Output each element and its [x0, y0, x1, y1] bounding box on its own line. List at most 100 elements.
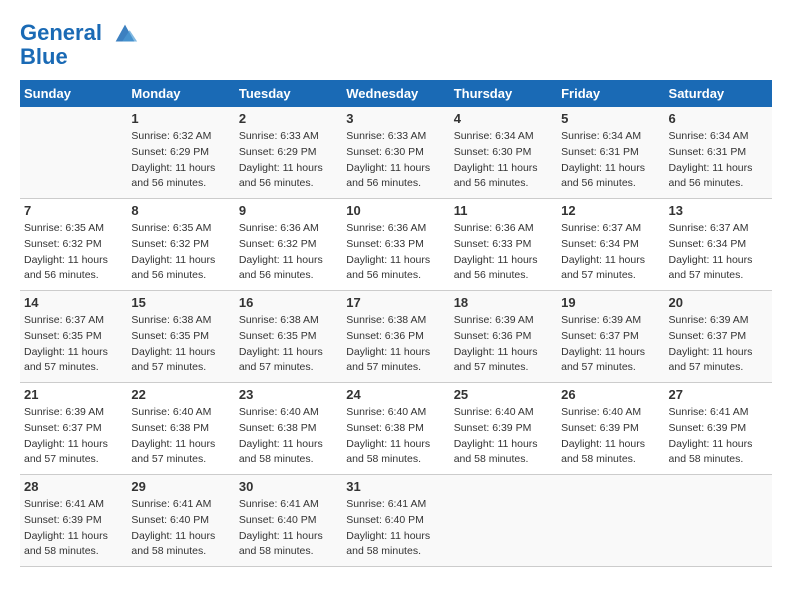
day-info: Sunrise: 6:41 AM Sunset: 6:40 PM Dayligh… [131, 497, 230, 560]
day-info: Sunrise: 6:33 AM Sunset: 6:30 PM Dayligh… [346, 129, 445, 192]
day-info: Sunrise: 6:37 AM Sunset: 6:34 PM Dayligh… [669, 221, 768, 284]
calendar-cell [20, 107, 127, 199]
day-number: 6 [669, 111, 768, 126]
day-number: 12 [561, 203, 660, 218]
day-info: Sunrise: 6:32 AM Sunset: 6:29 PM Dayligh… [131, 129, 230, 192]
column-header-friday: Friday [557, 80, 664, 107]
day-info: Sunrise: 6:36 AM Sunset: 6:33 PM Dayligh… [346, 221, 445, 284]
calendar-cell: 26 Sunrise: 6:40 AM Sunset: 6:39 PM Dayli… [557, 383, 664, 475]
day-info: Sunrise: 6:40 AM Sunset: 6:39 PM Dayligh… [454, 405, 553, 468]
calendar-cell: 29 Sunrise: 6:41 AM Sunset: 6:40 PM Dayli… [127, 475, 234, 567]
calendar-cell: 7 Sunrise: 6:35 AM Sunset: 6:32 PM Daylig… [20, 199, 127, 291]
day-info: Sunrise: 6:41 AM Sunset: 6:40 PM Dayligh… [346, 497, 445, 560]
day-number: 28 [24, 479, 123, 494]
calendar-week-row-4: 21Sunrise: 6:39 AM Sunset: 6:37 PM Dayli… [20, 383, 772, 475]
day-info: Sunrise: 6:40 AM Sunset: 6:38 PM Dayligh… [239, 405, 338, 468]
calendar-cell: 3 Sunrise: 6:33 AM Sunset: 6:30 PM Daylig… [342, 107, 449, 199]
calendar-cell: 17 Sunrise: 6:38 AM Sunset: 6:36 PM Dayli… [342, 291, 449, 383]
calendar-cell: 20 Sunrise: 6:39 AM Sunset: 6:37 PM Dayli… [665, 291, 772, 383]
day-number: 2 [239, 111, 338, 126]
day-number: 7 [24, 203, 123, 218]
logo: General Blue [20, 20, 139, 70]
day-number: 14 [24, 295, 123, 310]
calendar-cell: 22Sunrise: 6:40 AM Sunset: 6:38 PM Dayli… [127, 383, 234, 475]
day-number: 30 [239, 479, 338, 494]
column-header-wednesday: Wednesday [342, 80, 449, 107]
column-header-monday: Monday [127, 80, 234, 107]
calendar-cell: 18Sunrise: 6:39 AM Sunset: 6:36 PM Dayli… [450, 291, 557, 383]
calendar-cell: 13 Sunrise: 6:37 AM Sunset: 6:34 PM Dayli… [665, 199, 772, 291]
day-info: Sunrise: 6:40 AM Sunset: 6:39 PM Dayligh… [561, 405, 660, 468]
day-info: Sunrise: 6:41 AM Sunset: 6:39 PM Dayligh… [24, 497, 123, 560]
day-info: Sunrise: 6:41 AM Sunset: 6:40 PM Dayligh… [239, 497, 338, 560]
day-info: Sunrise: 6:38 AM Sunset: 6:35 PM Dayligh… [239, 313, 338, 376]
calendar-cell: 1 Sunrise: 6:32 AM Sunset: 6:29 PM Daylig… [127, 107, 234, 199]
day-info: Sunrise: 6:38 AM Sunset: 6:36 PM Dayligh… [346, 313, 445, 376]
column-header-thursday: Thursday [450, 80, 557, 107]
calendar-cell [450, 475, 557, 567]
calendar-cell: 2 Sunrise: 6:33 AM Sunset: 6:29 PM Daylig… [235, 107, 342, 199]
calendar-cell: 12 Sunrise: 6:37 AM Sunset: 6:34 PM Dayli… [557, 199, 664, 291]
calendar-cell [665, 475, 772, 567]
day-info: Sunrise: 6:40 AM Sunset: 6:38 PM Dayligh… [346, 405, 445, 468]
calendar-cell: 25 Sunrise: 6:40 AM Sunset: 6:39 PM Dayli… [450, 383, 557, 475]
page-header: General Blue [20, 20, 772, 70]
day-info: Sunrise: 6:37 AM Sunset: 6:35 PM Dayligh… [24, 313, 123, 376]
calendar-cell: 16Sunrise: 6:38 AM Sunset: 6:35 PM Dayli… [235, 291, 342, 383]
day-number: 17 [346, 295, 445, 310]
day-number: 29 [131, 479, 230, 494]
calendar-header-row: SundayMondayTuesdayWednesdayThursdayFrid… [20, 80, 772, 107]
day-number: 15 [131, 295, 230, 310]
day-number: 13 [669, 203, 768, 218]
calendar-cell: 5Sunrise: 6:34 AM Sunset: 6:31 PM Daylig… [557, 107, 664, 199]
calendar-cell: 19Sunrise: 6:39 AM Sunset: 6:37 PM Dayli… [557, 291, 664, 383]
column-header-saturday: Saturday [665, 80, 772, 107]
day-info: Sunrise: 6:37 AM Sunset: 6:34 PM Dayligh… [561, 221, 660, 284]
column-header-sunday: Sunday [20, 80, 127, 107]
day-number: 23 [239, 387, 338, 402]
calendar-table: SundayMondayTuesdayWednesdayThursdayFrid… [20, 80, 772, 567]
day-info: Sunrise: 6:39 AM Sunset: 6:37 PM Dayligh… [24, 405, 123, 468]
day-info: Sunrise: 6:38 AM Sunset: 6:35 PM Dayligh… [131, 313, 230, 376]
day-info: Sunrise: 6:34 AM Sunset: 6:31 PM Dayligh… [669, 129, 768, 192]
calendar-cell: 9Sunrise: 6:36 AM Sunset: 6:32 PM Daylig… [235, 199, 342, 291]
calendar-cell: 28 Sunrise: 6:41 AM Sunset: 6:39 PM Dayli… [20, 475, 127, 567]
day-info: Sunrise: 6:34 AM Sunset: 6:30 PM Dayligh… [454, 129, 553, 192]
calendar-cell: 6 Sunrise: 6:34 AM Sunset: 6:31 PM Daylig… [665, 107, 772, 199]
day-number: 25 [454, 387, 553, 402]
day-info: Sunrise: 6:33 AM Sunset: 6:29 PM Dayligh… [239, 129, 338, 192]
column-header-tuesday: Tuesday [235, 80, 342, 107]
day-info: Sunrise: 6:41 AM Sunset: 6:39 PM Dayligh… [669, 405, 768, 468]
logo-icon [111, 20, 139, 48]
day-info: Sunrise: 6:36 AM Sunset: 6:33 PM Dayligh… [454, 221, 553, 284]
day-number: 31 [346, 479, 445, 494]
day-number: 3 [346, 111, 445, 126]
calendar-week-row-2: 7 Sunrise: 6:35 AM Sunset: 6:32 PM Daylig… [20, 199, 772, 291]
day-number: 24 [346, 387, 445, 402]
day-info: Sunrise: 6:35 AM Sunset: 6:32 PM Dayligh… [131, 221, 230, 284]
day-info: Sunrise: 6:34 AM Sunset: 6:31 PM Dayligh… [561, 129, 660, 192]
day-number: 26 [561, 387, 660, 402]
day-number: 20 [669, 295, 768, 310]
calendar-cell: 11Sunrise: 6:36 AM Sunset: 6:33 PM Dayli… [450, 199, 557, 291]
day-info: Sunrise: 6:35 AM Sunset: 6:32 PM Dayligh… [24, 221, 123, 284]
calendar-cell: 30 Sunrise: 6:41 AM Sunset: 6:40 PM Dayli… [235, 475, 342, 567]
calendar-cell: 4 Sunrise: 6:34 AM Sunset: 6:30 PM Daylig… [450, 107, 557, 199]
day-info: Sunrise: 6:39 AM Sunset: 6:37 PM Dayligh… [669, 313, 768, 376]
calendar-cell: 31 Sunrise: 6:41 AM Sunset: 6:40 PM Dayli… [342, 475, 449, 567]
day-number: 1 [131, 111, 230, 126]
day-number: 27 [669, 387, 768, 402]
calendar-cell [557, 475, 664, 567]
day-number: 8 [131, 203, 230, 218]
calendar-cell: 21Sunrise: 6:39 AM Sunset: 6:37 PM Dayli… [20, 383, 127, 475]
calendar-week-row-1: 1 Sunrise: 6:32 AM Sunset: 6:29 PM Daylig… [20, 107, 772, 199]
calendar-cell: 10 Sunrise: 6:36 AM Sunset: 6:33 PM Dayli… [342, 199, 449, 291]
day-number: 10 [346, 203, 445, 218]
day-number: 4 [454, 111, 553, 126]
day-number: 22 [131, 387, 230, 402]
day-number: 19 [561, 295, 660, 310]
calendar-cell: 27 Sunrise: 6:41 AM Sunset: 6:39 PM Dayli… [665, 383, 772, 475]
calendar-cell: 14 Sunrise: 6:37 AM Sunset: 6:35 PM Dayli… [20, 291, 127, 383]
day-info: Sunrise: 6:39 AM Sunset: 6:36 PM Dayligh… [454, 313, 553, 376]
calendar-week-row-5: 28 Sunrise: 6:41 AM Sunset: 6:39 PM Dayli… [20, 475, 772, 567]
